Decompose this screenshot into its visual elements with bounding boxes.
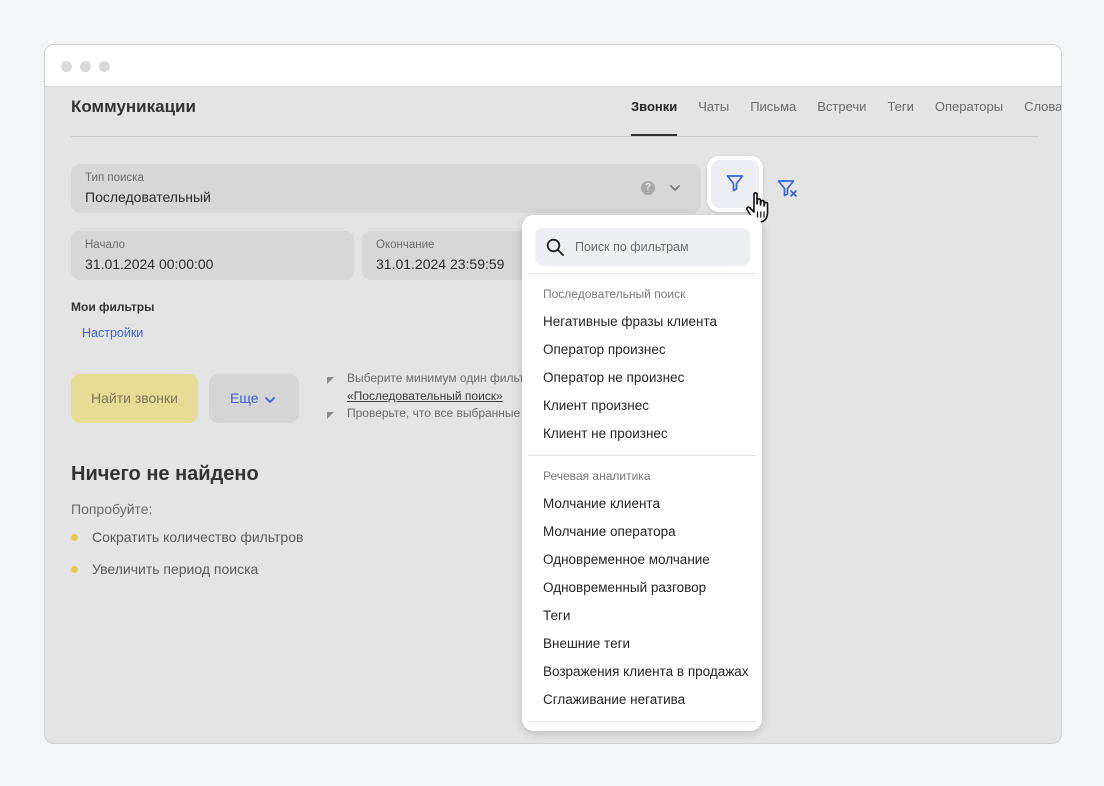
dropdown-divider [528,273,756,274]
filter-icon [726,175,744,192]
tab-bar: Звонки Чаты Письма Встречи Теги Оператор… [631,99,1061,136]
tab-tags[interactable]: Теги [887,99,913,135]
window-dot [99,61,110,72]
tip-item: Сократить количество фильтров [92,529,304,545]
hint-line-1: Выберите минимум один фильтр [347,371,532,385]
hint-arrow-icon [327,412,334,419]
more-button[interactable]: Еще [209,374,299,423]
window-titlebar [45,45,1061,87]
start-date-value: 31.01.2024 00:00:00 [85,256,214,272]
filter-option[interactable]: Теги [543,608,570,623]
filter-option[interactable]: Клиент не произнес [543,426,668,441]
tab-calls[interactable]: Звонки [631,99,678,136]
end-date-label: Окончание [376,239,435,251]
page-title: Коммуникации [71,97,196,116]
filter-option[interactable]: Возражения клиента в продажах [543,664,749,679]
filter-option[interactable]: Молчание оператора [543,524,676,539]
filter-option[interactable]: Оператор произнес [543,342,666,357]
filter-option[interactable]: Оператор не произнес [543,370,684,385]
end-date-value: 31.01.2024 23:59:59 [376,256,505,272]
settings-link[interactable]: Настройки [82,326,143,340]
hint-line-2: Проверьте, что все выбранные ф [347,406,534,420]
filters-dropdown: Последовательный поиск Негативные фразы … [522,215,762,731]
search-type-label: Тип поиска [85,172,144,184]
dropdown-divider [528,721,756,722]
my-filters-title: Мои фильтры [71,300,155,314]
filter-search-box[interactable] [535,228,750,266]
dropdown-divider [528,455,756,456]
empty-subtitle: Попробуйте: [71,501,153,517]
hint-sequential-link[interactable]: «Последовательный поиск» [347,389,503,403]
filter-option[interactable]: Одновременный разговор [543,580,706,595]
hint-arrow-icon [327,377,334,384]
bullet-icon [71,566,78,573]
search-type-select[interactable]: Тип поиска Последовательный ? [71,164,701,213]
tab-letters[interactable]: Письма [750,99,796,135]
group-title-speech-analytics: Речевая аналитика [543,469,651,483]
window-dot [80,61,91,72]
tab-chats[interactable]: Чаты [698,99,729,135]
filter-option[interactable]: Одновременное молчание [543,552,710,567]
empty-title: Ничего не найдено [71,463,259,485]
help-icon[interactable]: ? [641,181,655,195]
filter-option[interactable]: Внешние теги [543,636,630,651]
bullet-icon [71,534,78,541]
chevron-down-icon [670,185,680,191]
start-date-label: Начало [85,239,126,251]
tab-dictionaries[interactable]: Словари [1024,99,1061,135]
filter-option[interactable]: Клиент произнес [543,398,649,413]
window-dot [61,61,72,72]
filter-option[interactable]: Молчание клиента [543,496,660,511]
group-title-sequential: Последовательный поиск [543,287,686,301]
header-divider [71,136,1039,137]
find-calls-button[interactable]: Найти звонки [71,374,198,423]
search-type-value: Последовательный [85,189,211,205]
more-button-label: Еще [230,390,259,406]
filter-option[interactable]: Сглаживание негатива [543,692,685,707]
tab-operators[interactable]: Операторы [935,99,1003,135]
search-icon [546,238,564,256]
tab-meetings[interactable]: Встречи [817,99,866,135]
chevron-down-icon [265,397,275,403]
filter-clear-icon[interactable] [777,179,799,199]
tip-item: Увеличить период поиска [92,561,259,577]
start-date-field[interactable]: Начало 31.01.2024 00:00:00 [71,231,354,280]
filter-option[interactable]: Негативные фразы клиента [543,314,717,329]
filter-search-input[interactable] [575,238,735,256]
